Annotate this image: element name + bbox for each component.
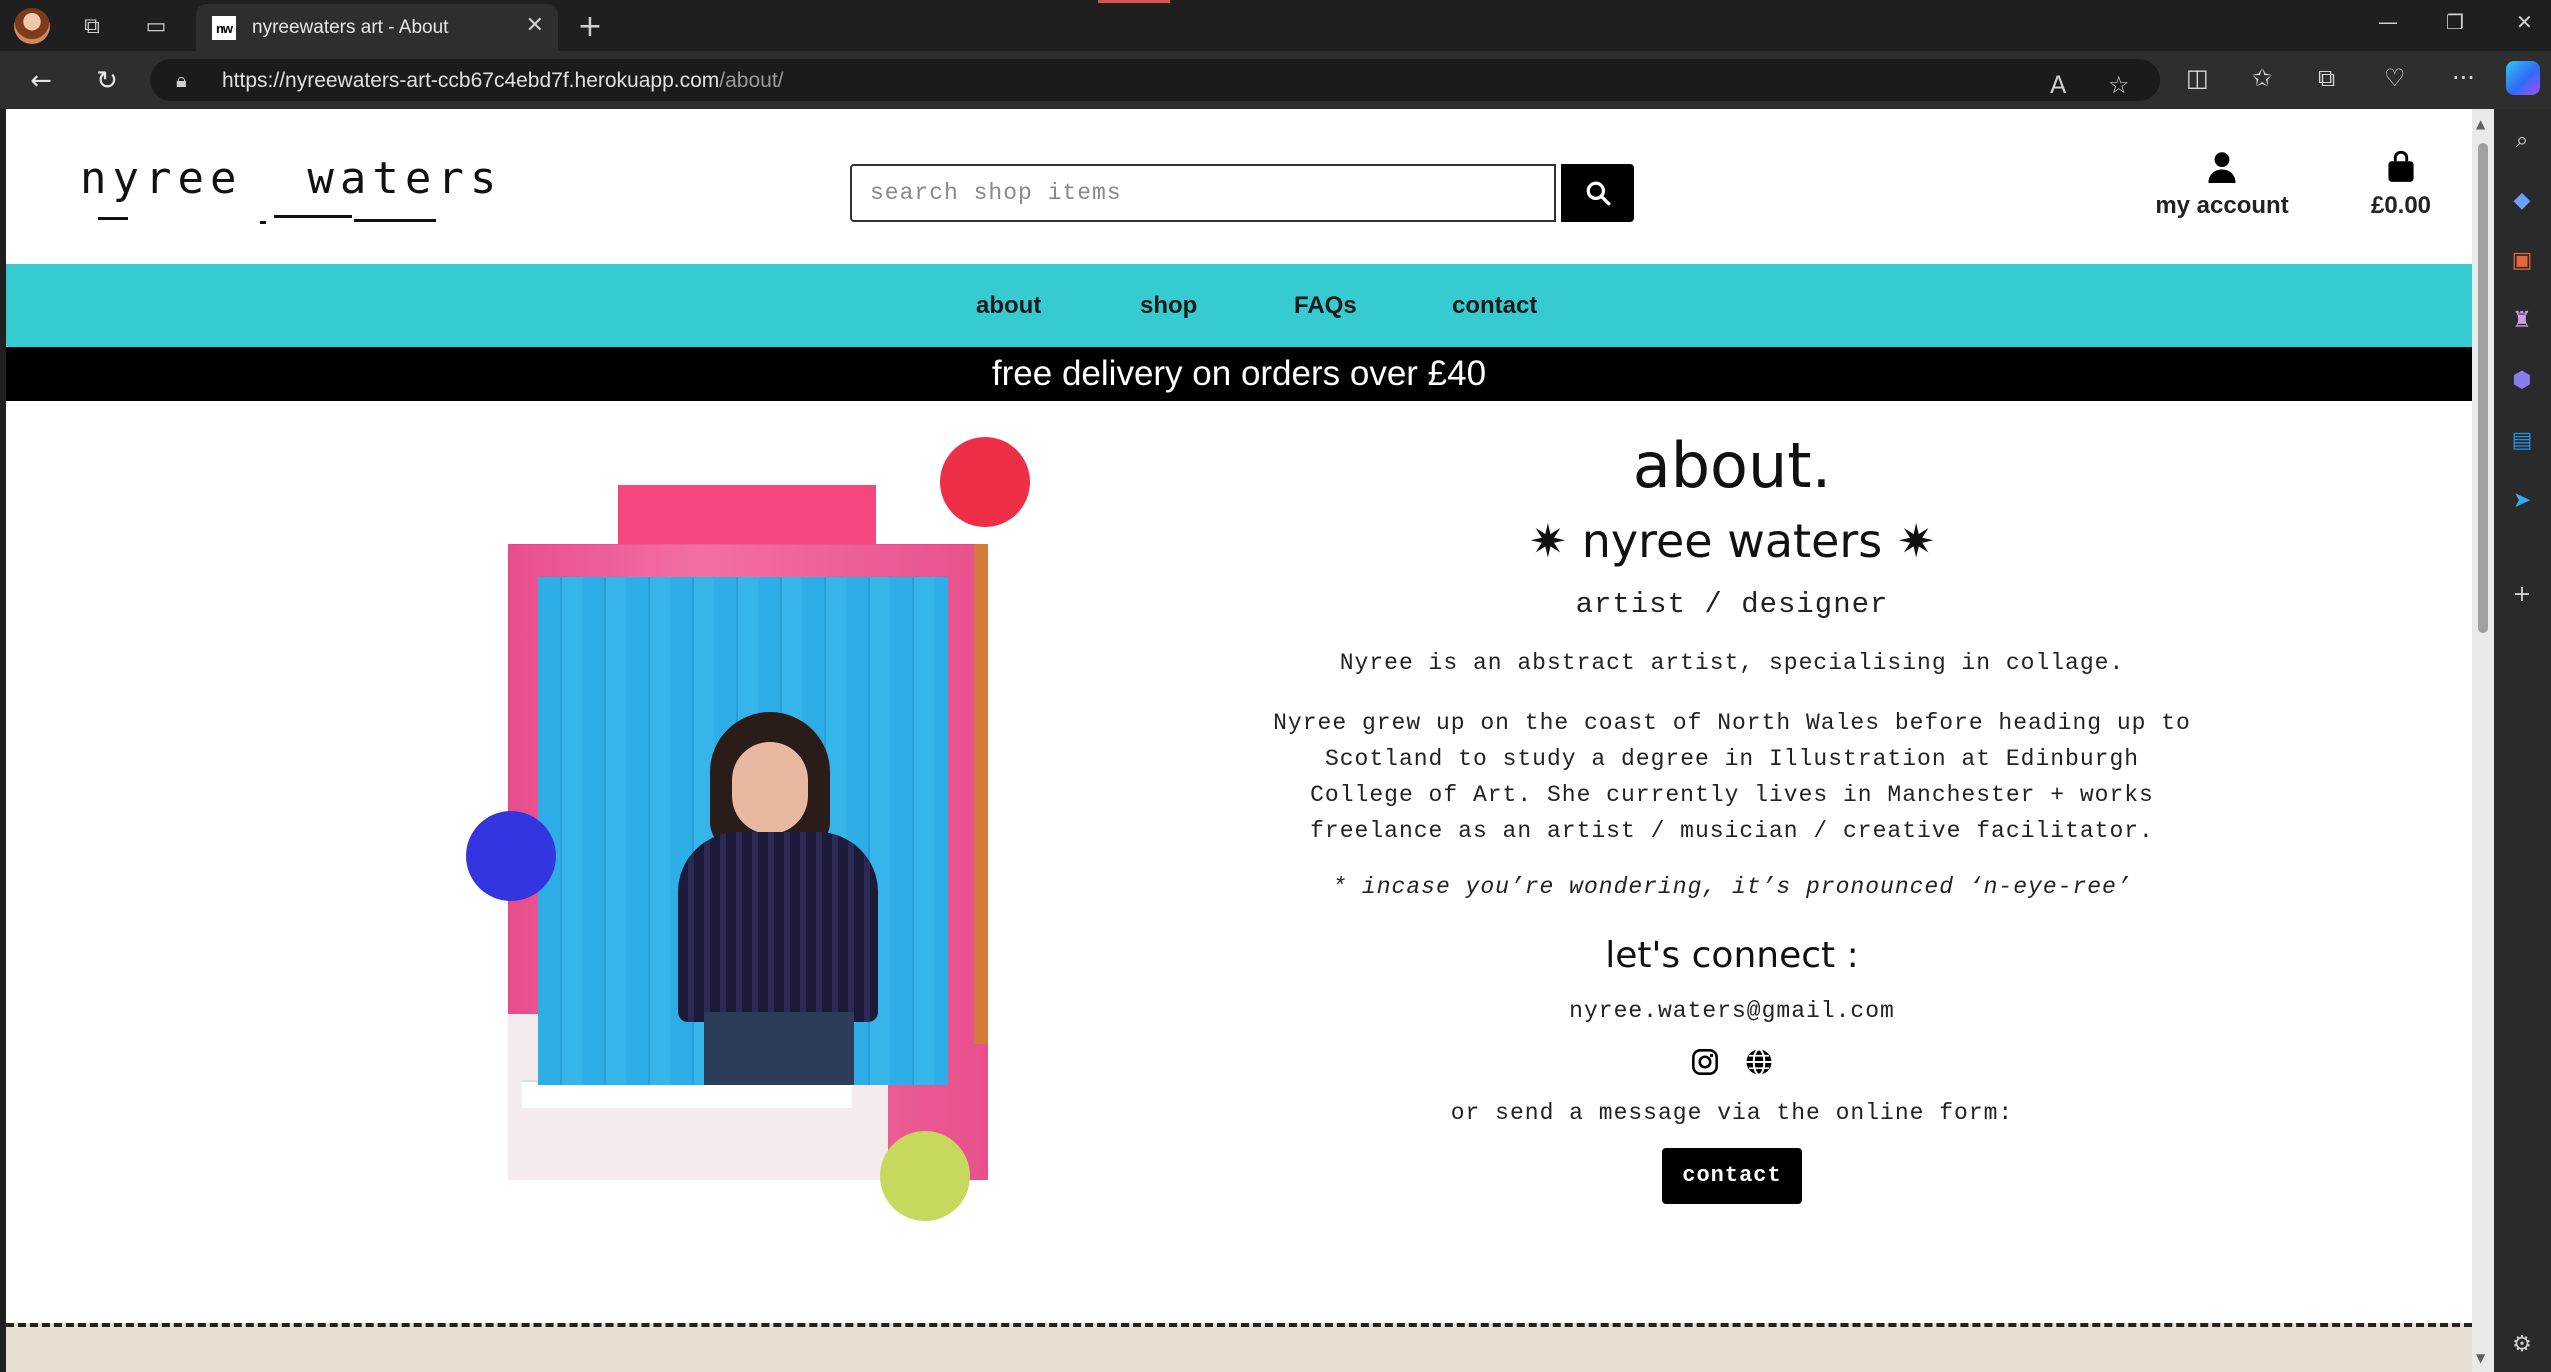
shopping-bag-icon: [2388, 150, 2414, 182]
artist-photo: [508, 544, 988, 1180]
about-bio: Nyree grew up on the coast of North Wale…: [1273, 710, 2191, 844]
pronunciation-note: * incase you’re wondering, it’s pronounc…: [1332, 874, 2132, 900]
browser-essentials-icon[interactable]: ♡: [2384, 64, 2406, 92]
restore-icon[interactable]: ❐: [2446, 10, 2464, 34]
minimize-icon[interactable]: —: [2378, 10, 2398, 34]
refresh-icon[interactable]: ↻: [90, 64, 124, 98]
sidebar-tools-icon[interactable]: ▣: [2507, 245, 2537, 275]
scroll-down-icon[interactable]: ▼: [2476, 1351, 2485, 1365]
contact-email[interactable]: nyree.waters@gmail.com: [1252, 998, 2212, 1024]
tab-favicon: nw: [212, 16, 236, 40]
about-heading: about.: [1632, 429, 1832, 502]
search-input[interactable]: [850, 164, 1556, 222]
lock-icon: 🔒︎: [176, 68, 187, 92]
basket-total: £0.00: [2370, 192, 2432, 219]
tab-active[interactable]: nw nyreewaters art - About ✕: [196, 4, 558, 51]
sidebar-outlook-icon[interactable]: ▤: [2507, 425, 2537, 455]
footer-edge: [6, 1323, 2472, 1372]
profile-avatar[interactable]: [14, 8, 50, 44]
contact-button[interactable]: contact: [1662, 1148, 1802, 1204]
back-icon[interactable]: ←: [24, 64, 58, 98]
site-header: nyree waters my account £0.00: [6, 109, 2472, 264]
search-button[interactable]: [1561, 164, 1634, 222]
window-close-icon[interactable]: ✕: [2516, 10, 2533, 34]
collections-icon[interactable]: ⧉: [2318, 64, 2335, 92]
blue-dot-decoration: [466, 811, 556, 901]
social-links: [1252, 1046, 2212, 1078]
edge-sidebar: ⌕ ◆ ▣ ♜ ⬢ ▤ ➤ + ⚙: [2494, 109, 2551, 1372]
address-bar[interactable]: 🔒︎ https://nyreewaters-art-ccb67c4ebd7f.…: [150, 59, 2160, 101]
scroll-thumb[interactable]: [2478, 143, 2488, 633]
nav-contact[interactable]: contact: [1452, 292, 1537, 320]
my-account-label: my account: [2155, 192, 2289, 219]
sidebar-add-icon[interactable]: +: [2507, 579, 2537, 609]
user-icon: [2208, 152, 2236, 183]
sidebar-games-icon[interactable]: ♜: [2507, 305, 2537, 335]
nav-about[interactable]: about: [976, 292, 1041, 320]
scroll-up-icon[interactable]: ▲: [2476, 117, 2485, 131]
search-icon: [1586, 181, 1610, 206]
sidebar-search-icon[interactable]: ⌕: [2507, 125, 2537, 155]
nav-faqs[interactable]: FAQs: [1294, 292, 1357, 320]
browser-tab-bar: ⧉ ▭ nw nyreewaters art - About ✕ + — ❐ ✕: [0, 0, 2551, 51]
instagram-icon[interactable]: [1689, 1046, 1721, 1078]
promo-banner: free delivery on orders over £40: [6, 347, 2472, 401]
tab-actions-icon[interactable]: ▭: [140, 10, 172, 42]
site-logo[interactable]: nyree waters: [80, 153, 502, 204]
favorite-star-icon[interactable]: ☆: [2108, 71, 2130, 99]
copilot-icon[interactable]: [2506, 61, 2540, 95]
sidebar-drop-icon[interactable]: ➤: [2507, 485, 2537, 515]
artist-photo-collage: [466, 437, 1046, 1221]
connect-heading: let's connect :: [1605, 935, 1859, 976]
url-text: https://nyreewaters-art-ccb67c4ebd7f.her…: [222, 69, 784, 93]
artist-figure: [660, 712, 890, 1085]
workspaces-icon[interactable]: ⧉: [76, 10, 108, 42]
form-prompt: or send a message via the online form:: [1450, 1100, 2014, 1126]
url-path: /about/: [719, 69, 784, 92]
tab-close-icon[interactable]: ✕: [526, 13, 544, 38]
tab-accent: [1098, 0, 1170, 3]
read-aloud-icon[interactable]: A: [2050, 71, 2066, 99]
red-dot-decoration: [940, 437, 1030, 527]
split-screen-icon[interactable]: ◫: [2186, 64, 2209, 92]
nav-shop[interactable]: shop: [1140, 292, 1197, 320]
page-scrollbar[interactable]: ▲ ▼: [2472, 109, 2494, 1372]
main-nav: about shop FAQs contact: [6, 264, 2472, 347]
search-form: [850, 164, 1634, 222]
url-main: https://nyreewaters-art-ccb67c4ebd7f.her…: [222, 69, 720, 92]
about-intro: Nyree is an abstract artist, specialisin…: [1339, 650, 2125, 676]
sidebar-settings-icon[interactable]: ⚙: [2507, 1329, 2537, 1359]
tab-title: nyreewaters art - About: [252, 17, 449, 38]
blue-door: [538, 577, 948, 1085]
about-section: about. ✷ nyree waters ✷ artist / designe…: [1252, 429, 2212, 1204]
globe-icon[interactable]: [1743, 1046, 1775, 1078]
my-account-link[interactable]: my account: [2142, 151, 2302, 220]
artist-name: ✷ nyree waters ✷: [1528, 514, 1936, 568]
sidebar-m365-icon[interactable]: ⬢: [2507, 365, 2537, 395]
basket-link[interactable]: £0.00: [2346, 150, 2456, 220]
artist-role: artist / designer: [1575, 588, 1889, 621]
address-toolbar: ← ↻ 🔒︎ https://nyreewaters-art-ccb67c4eb…: [0, 51, 2551, 109]
more-menu-icon[interactable]: ···: [2452, 64, 2475, 92]
page-viewport: nyree waters my account £0.00 about shop…: [6, 109, 2472, 1372]
sidebar-shopping-icon[interactable]: ◆: [2507, 185, 2537, 215]
green-dot-decoration: [880, 1131, 970, 1221]
new-tab-icon[interactable]: +: [574, 9, 606, 44]
favorites-icon[interactable]: ✩: [2252, 64, 2272, 92]
